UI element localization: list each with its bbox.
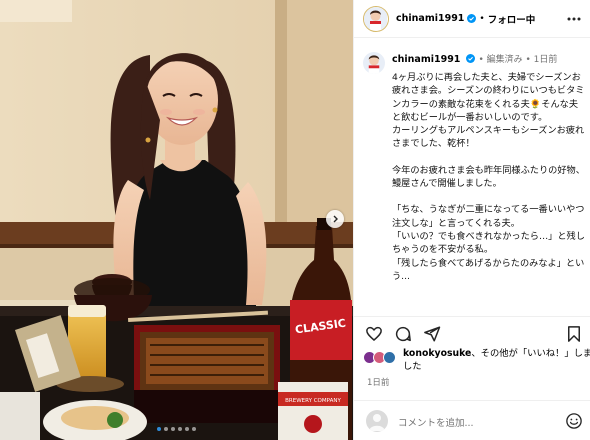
verified-badge-icon bbox=[467, 14, 477, 23]
emoji-icon[interactable] bbox=[565, 412, 583, 430]
liker-avatars[interactable] bbox=[363, 351, 401, 365]
post-timestamp[interactable]: 1日前 bbox=[367, 376, 389, 388]
caption-avatar[interactable] bbox=[363, 52, 385, 74]
header-separator: • bbox=[479, 13, 485, 24]
post-header: chinami1991 • フォロー中 bbox=[354, 0, 590, 38]
carousel-dots bbox=[0, 427, 353, 431]
comment-icon[interactable] bbox=[394, 325, 412, 343]
likes-summary: konokyosuke、その他が「いいね！」しました bbox=[363, 346, 590, 373]
caption-paragraph: 今年のお疲れさま会も昨年同様ふたりの好物、鰻屋さんで開催しました。 bbox=[392, 164, 585, 190]
carousel-next-button[interactable] bbox=[326, 210, 344, 228]
caption-username[interactable]: chinami1991 bbox=[392, 54, 460, 65]
carousel-dot[interactable] bbox=[157, 427, 161, 431]
header-username[interactable]: chinami1991 bbox=[396, 13, 464, 24]
heart-icon[interactable] bbox=[365, 325, 383, 343]
more-options-icon[interactable] bbox=[566, 12, 582, 26]
bookmark-icon[interactable] bbox=[565, 325, 583, 343]
carousel-dot[interactable] bbox=[192, 427, 196, 431]
post-photo[interactable]: CLASSIC BREWERY COMPANY bbox=[0, 0, 353, 440]
post-side-panel: chinami1991 • フォロー中 chinami1991 • 編集済み •… bbox=[353, 0, 590, 440]
caption-paragraph: 4ヶ月ぶりに再会した夫と、夫婦でシーズンお疲れさま会。シーズンの終わりにいつもビ… bbox=[392, 72, 585, 150]
caption-meta: chinami1991 • 編集済み • 1日前 bbox=[392, 52, 557, 65]
caption-text: 4ヶ月ぶりに再会した夫と、夫婦でシーズンお疲れさま会。シーズンの終わりにいつもビ… bbox=[392, 71, 585, 283]
photo-image: CLASSIC BREWERY COMPANY bbox=[0, 0, 353, 440]
carousel-dot[interactable] bbox=[164, 427, 168, 431]
following-button[interactable]: フォロー中 bbox=[488, 12, 536, 26]
caption-area: chinami1991 • 編集済み • 1日前 4ヶ月ぶりに再会した夫と、夫婦… bbox=[354, 38, 590, 316]
can-label: BREWERY COMPANY bbox=[285, 398, 341, 404]
comment-bar: コメントを追加... bbox=[354, 400, 590, 440]
share-icon[interactable] bbox=[423, 325, 441, 343]
carousel-dot[interactable] bbox=[185, 427, 189, 431]
header-avatar[interactable] bbox=[363, 5, 389, 32]
comment-input[interactable]: コメントを追加... bbox=[398, 415, 474, 429]
carousel-dot[interactable] bbox=[171, 427, 175, 431]
likes-text: konokyosuke、その他が「いいね！」しました bbox=[403, 347, 590, 373]
viewer-avatar bbox=[366, 410, 388, 432]
caption-edited-time: • 編集済み • 1日前 bbox=[478, 55, 558, 65]
carousel-dot[interactable] bbox=[178, 427, 182, 431]
action-bar bbox=[354, 316, 590, 346]
liker-username[interactable]: konokyosuke bbox=[403, 348, 471, 359]
verified-badge-icon bbox=[466, 54, 476, 63]
chevron-right-icon bbox=[333, 215, 338, 223]
caption-paragraph: 「ちな、うなぎが二重になってる一番いいやつ注文しな」と言ってくれる夫。 「いいの… bbox=[392, 204, 585, 282]
